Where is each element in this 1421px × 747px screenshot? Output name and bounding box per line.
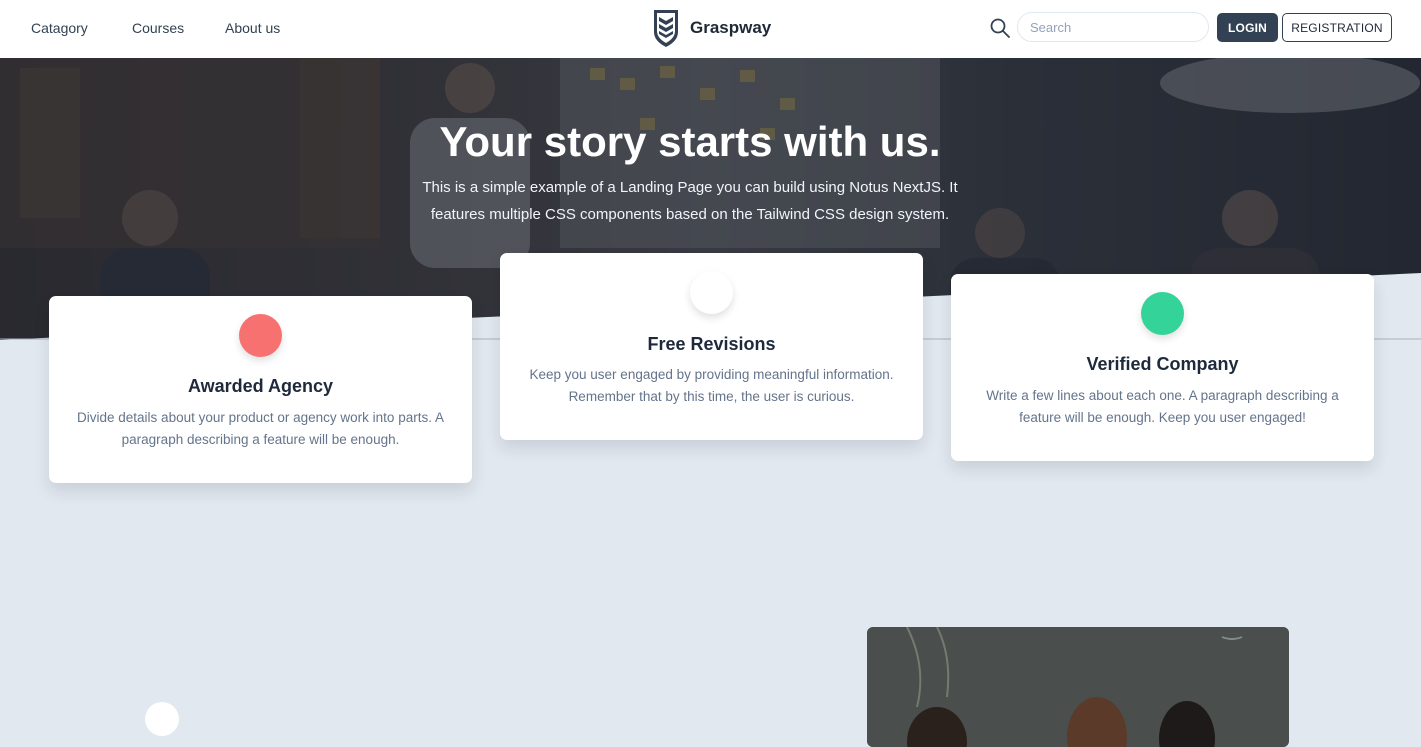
nav-link-courses[interactable]: Courses [132, 20, 184, 36]
login-button[interactable]: LOGIN [1217, 13, 1278, 42]
search-icon[interactable] [989, 17, 1011, 39]
revision-icon [690, 271, 733, 314]
card-text: Keep you user engaged by providing meani… [529, 367, 894, 404]
feature-card-awarded-agency: Awarded Agency Divide details about your… [49, 296, 472, 483]
verified-icon [1141, 292, 1184, 335]
feature-card-free-revisions: Free Revisions Keep you user engaged by … [500, 253, 923, 440]
team-photo-image [867, 627, 1289, 747]
section-icon [145, 702, 179, 736]
card-title: Verified Company [1086, 354, 1239, 374]
card-text: Write a few lines about each one. A para… [986, 388, 1339, 425]
brand-shield-icon [654, 10, 678, 47]
registration-button[interactable]: REGISTRATION [1282, 13, 1392, 42]
award-icon [239, 314, 282, 357]
nav-link-catagory[interactable]: Catagory [31, 20, 88, 36]
card-text: Divide details about your product or age… [77, 410, 444, 447]
feature-card-verified-company: Verified Company Write a few lines about… [951, 274, 1374, 461]
card-title: Awarded Agency [187, 376, 334, 396]
hero-title: Your story starts with us. [439, 118, 941, 165]
search-input[interactable] [1017, 12, 1209, 42]
hero-description: This is a simple example of a Landing Pa… [422, 179, 958, 223]
brand-name: Graspway [690, 18, 772, 37]
brand[interactable]: Graspway [652, 8, 771, 48]
nav-link-about-us[interactable]: About us [225, 20, 280, 36]
card-title: Free Revisions [647, 334, 776, 354]
team-photo [867, 627, 1289, 747]
navbar: Catagory Courses About us Graspway LOGIN… [0, 0, 1421, 58]
